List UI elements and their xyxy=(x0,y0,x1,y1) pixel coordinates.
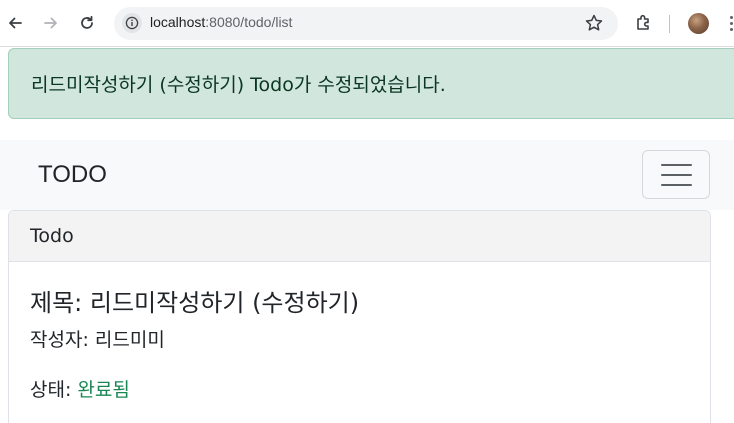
reload-icon[interactable] xyxy=(76,12,98,34)
card-header: Todo xyxy=(9,211,710,262)
status-value: 완료됨 xyxy=(77,379,130,401)
success-alert: 리드미작성하기 (수정하기) Todo가 수정되었습니다. xyxy=(8,48,734,119)
todo-status: 상태: 완료됨 xyxy=(30,375,130,402)
url-text[interactable]: localhost:8080/todo/list xyxy=(150,14,292,30)
hamburger-icon-line xyxy=(661,184,692,186)
alert-message: 리드미작성하기 (수정하기) Todo가 수정되었습니다. xyxy=(31,74,446,96)
status-label: 상태: xyxy=(30,379,78,401)
forward-arrow-icon[interactable] xyxy=(40,12,62,34)
todo-writer: 작성자: 리드미미 xyxy=(30,325,165,352)
address-bar[interactable]: localhost:8080/todo/list xyxy=(114,7,618,40)
star-icon[interactable] xyxy=(584,13,604,37)
card-header-title: Todo xyxy=(30,225,74,247)
back-arrow-icon[interactable] xyxy=(4,12,26,34)
navbar: TODO xyxy=(0,140,734,210)
title-label: 제목: xyxy=(30,289,90,317)
url-path: :8080/todo/list xyxy=(205,14,293,30)
navbar-brand[interactable]: TODO xyxy=(38,161,107,189)
writer-value: 리드미미 xyxy=(94,329,165,351)
url-host: localhost xyxy=(150,14,206,30)
todo-card: Todo 제목: 리드미작성하기 (수정하기) 작성자: 리드미미 상태: 완료… xyxy=(8,210,711,423)
site-info-icon[interactable] xyxy=(122,13,142,33)
kebab-menu-icon[interactable] xyxy=(728,14,734,34)
profile-avatar[interactable] xyxy=(688,13,709,34)
navbar-toggler-button[interactable] xyxy=(642,150,710,199)
extensions-icon[interactable] xyxy=(634,13,654,37)
hamburger-icon-line xyxy=(661,174,692,176)
writer-label: 작성자: xyxy=(30,329,95,351)
browser-toolbar: localhost:8080/todo/list xyxy=(0,0,734,47)
toolbar-divider xyxy=(669,15,670,33)
hamburger-icon xyxy=(661,164,692,166)
title-value: 리드미작성하기 (수정하기) xyxy=(89,289,360,317)
todo-title: 제목: 리드미작성하기 (수정하기) xyxy=(30,283,359,318)
